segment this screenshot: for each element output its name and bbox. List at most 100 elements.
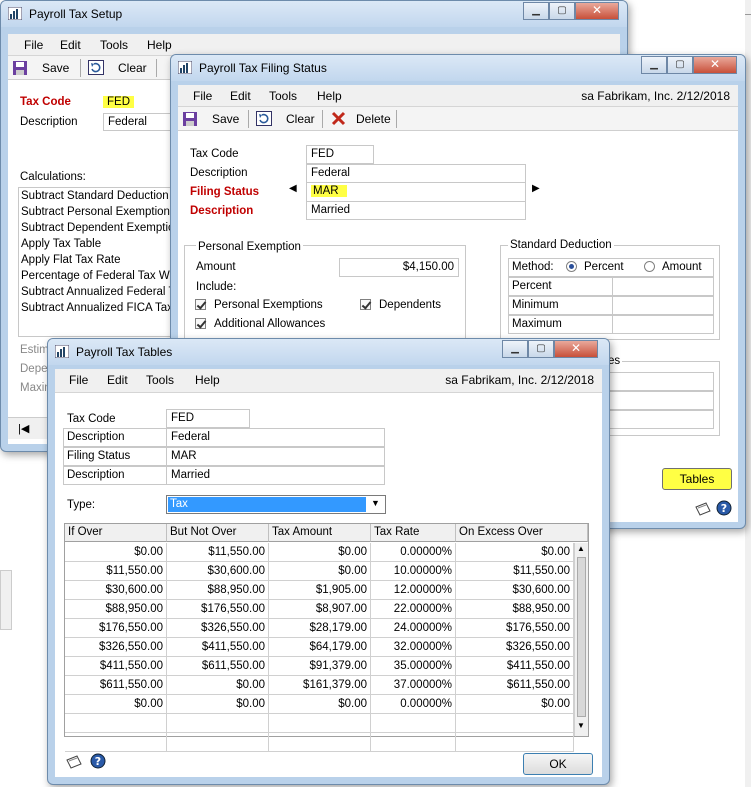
table-cell[interactable]: 22.00000% (371, 600, 456, 619)
table-cell[interactable]: $0.00 (269, 562, 371, 581)
description-field[interactable]: Federal (306, 164, 526, 183)
clear-button[interactable]: Clear (286, 112, 315, 126)
table-cell[interactable]: $0.00 (167, 676, 269, 695)
tables-button[interactable]: Tables (662, 468, 732, 490)
table-cell[interactable]: 12.00000% (371, 581, 456, 600)
dependents-checkbox[interactable] (360, 299, 371, 310)
table-cell[interactable]: $176,550.00 (456, 619, 574, 638)
scroll-down-icon[interactable]: ▼ (577, 721, 585, 730)
amount-radio[interactable] (644, 261, 655, 272)
type-dropdown[interactable]: Tax ▼ (166, 495, 386, 514)
table-row[interactable]: $88,950.00 $176,550.00 $8,907.00 22.00000% $… (65, 600, 574, 619)
minimum-field[interactable] (612, 296, 714, 315)
help-icon[interactable]: ? (716, 500, 732, 516)
list-item[interactable]: Percentage of Federal Tax With (21, 270, 177, 282)
clear-button[interactable]: Clear (118, 61, 147, 75)
ok-button[interactable]: OK (523, 753, 593, 775)
table-cell[interactable]: 37.00000% (371, 676, 456, 695)
menu-file[interactable]: File (193, 89, 212, 103)
menu-tools[interactable]: Tools (146, 373, 174, 387)
list-item[interactable]: Subtract Annualized Federal Ta (21, 286, 177, 298)
close-button[interactable]: ✕ (693, 56, 737, 74)
table-cell[interactable]: $30,600.00 (456, 581, 574, 600)
percent-field[interactable] (612, 277, 714, 296)
description-field[interactable]: Federal (166, 428, 385, 447)
column-but-not-over[interactable]: But Not Over (167, 524, 269, 542)
table-cell[interactable]: $0.00 (456, 543, 574, 562)
table-row[interactable]: $30,600.00 $88,950.00 $1,905.00 12.00000% $3… (65, 581, 574, 600)
table-cell[interactable]: $611,550.00 (456, 676, 574, 695)
title-bar[interactable]: Payroll Tax Setup ▁ ▢ ✕ (1, 1, 627, 27)
table-row[interactable] (65, 733, 574, 752)
chevron-down-icon[interactable]: ▼ (371, 498, 380, 508)
list-item[interactable]: Subtract Personal Exemption (21, 206, 170, 218)
filing-status-field[interactable]: MAR (166, 447, 385, 466)
table-cell[interactable]: $0.00 (269, 543, 371, 562)
minimize-button[interactable]: ▁ (641, 56, 667, 74)
list-item[interactable]: Apply Tax Table (21, 238, 101, 250)
table-cell[interactable]: $11,550.00 (65, 562, 167, 581)
tax-code-field[interactable]: FED (306, 145, 374, 164)
table-cell[interactable]: 0.00000% (371, 695, 456, 714)
list-item[interactable]: Apply Flat Tax Rate (21, 254, 121, 266)
table-cell[interactable]: 10.00000% (371, 562, 456, 581)
table-cell[interactable] (167, 733, 269, 752)
table-cell[interactable] (456, 714, 574, 733)
save-button[interactable]: Save (212, 112, 239, 126)
maximize-button[interactable]: ▢ (549, 2, 575, 20)
table-cell[interactable]: $176,550.00 (167, 600, 269, 619)
table-cell[interactable]: $326,550.00 (167, 619, 269, 638)
table-cell[interactable] (456, 733, 574, 752)
scroll-up-icon[interactable]: ▲ (577, 544, 585, 553)
note-icon[interactable] (694, 502, 712, 516)
table-cell[interactable]: $0.00 (269, 695, 371, 714)
table-row[interactable]: $0.00 $0.00 $0.00 0.00000% $0.00 (65, 695, 574, 714)
table-cell[interactable]: $611,550.00 (167, 657, 269, 676)
table-row[interactable]: $611,550.00 $0.00 $161,379.00 37.00000% $611… (65, 676, 574, 695)
table-cell[interactable] (167, 714, 269, 733)
previous-status-arrow[interactable]: ◀ (289, 183, 297, 194)
delete-button[interactable]: Delete (356, 112, 391, 126)
filing-description-field[interactable]: Married (306, 201, 526, 220)
close-button[interactable]: ✕ (575, 2, 619, 20)
table-cell[interactable] (269, 714, 371, 733)
table-cell[interactable]: $326,550.00 (65, 638, 167, 657)
menu-tools[interactable]: Tools (100, 38, 128, 52)
calculations-list[interactable]: Subtract Standard Deduction Subtract Per… (18, 187, 178, 337)
table-row[interactable]: $0.00 $11,550.00 $0.00 0.00000% $0.00 (65, 543, 574, 562)
personal-exemptions-checkbox[interactable] (195, 299, 206, 310)
column-tax-rate[interactable]: Tax Rate (371, 524, 456, 542)
menu-edit[interactable]: Edit (107, 373, 128, 387)
table-cell[interactable]: $8,907.00 (269, 600, 371, 619)
table-row[interactable] (65, 714, 574, 733)
table-cell[interactable]: $88,950.00 (167, 581, 269, 600)
table-cell[interactable]: 35.00000% (371, 657, 456, 676)
table-cell[interactable]: $1,905.00 (269, 581, 371, 600)
additional-allowances-checkbox[interactable] (195, 318, 206, 329)
first-record-icon[interactable]: |◀ (18, 422, 29, 435)
table-cell[interactable] (371, 733, 456, 752)
table-cell[interactable]: $411,550.00 (456, 657, 574, 676)
list-item[interactable]: Subtract Dependent Exemption (21, 222, 177, 234)
table-cell[interactable]: $411,550.00 (167, 638, 269, 657)
column-on-excess-over[interactable]: On Excess Over (456, 524, 588, 542)
list-item[interactable]: Subtract Standard Deduction (21, 190, 169, 202)
column-if-over[interactable]: If Over (65, 524, 167, 542)
column-tax-amount[interactable]: Tax Amount (269, 524, 371, 542)
filing-status-field[interactable]: MAR (306, 182, 526, 202)
table-cell[interactable]: $11,550.00 (167, 543, 269, 562)
menu-file[interactable]: File (24, 38, 43, 52)
tax-code-field[interactable]: FED (103, 94, 173, 112)
table-cell[interactable]: $161,379.00 (269, 676, 371, 695)
next-status-arrow[interactable]: ▶ (532, 183, 540, 194)
menu-file[interactable]: File (69, 373, 88, 387)
table-cell[interactable]: $411,550.00 (65, 657, 167, 676)
close-button[interactable]: ✕ (554, 340, 598, 358)
table-cell[interactable]: $64,179.00 (269, 638, 371, 657)
note-icon[interactable] (65, 755, 83, 769)
vertical-scrollbar[interactable]: ▲ ▼ (574, 543, 588, 736)
table-row[interactable]: $411,550.00 $611,550.00 $91,379.00 35.00000… (65, 657, 574, 676)
table-cell[interactable]: 0.00000% (371, 543, 456, 562)
table-cell[interactable]: $0.00 (167, 695, 269, 714)
table-cell[interactable]: $611,550.00 (65, 676, 167, 695)
